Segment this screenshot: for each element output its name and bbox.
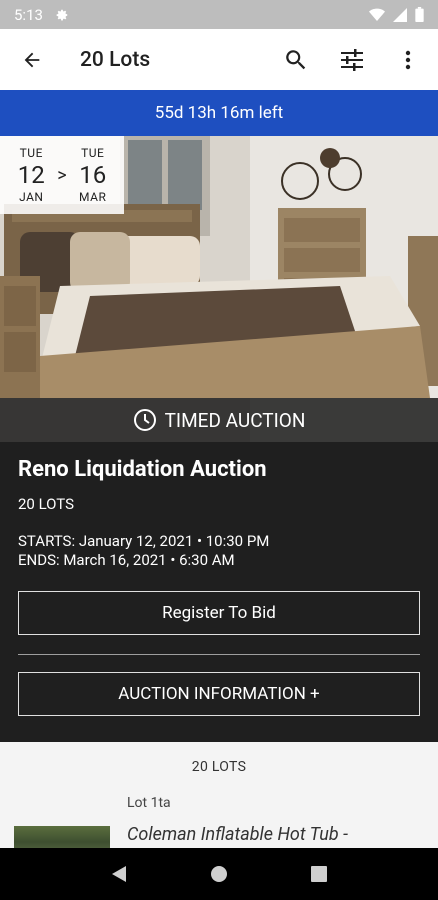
filter-button[interactable] [324, 36, 380, 84]
lot-title[interactable]: Coleman Inflatable Hot Tub - [127, 824, 348, 845]
page-title: 20 Lots [80, 47, 151, 72]
date-range-badge: TUE 12 JAN > TUE 16 MAR [0, 136, 124, 214]
lot-number: Lot 1ta [127, 795, 171, 811]
start-day: 12 [17, 161, 45, 189]
auction-dates: STARTS: January 12, 2021 • 10:30 PM ENDS… [18, 532, 420, 570]
nav-recents-icon[interactable] [310, 866, 327, 882]
lot-thumbnail[interactable] [14, 826, 110, 848]
search-icon [286, 49, 306, 69]
nav-home-icon[interactable] [210, 865, 228, 883]
auction-end: ENDS: March 16, 2021 • 6:30 AM [18, 551, 235, 569]
wifi-icon [369, 8, 385, 21]
more-vert-icon [405, 50, 411, 69]
auction-type-bar: TIMED AUCTION [0, 398, 438, 442]
search-button[interactable] [268, 36, 324, 84]
more-options-button[interactable] [380, 36, 436, 84]
auction-details: Reno Liquidation Auction 20 LOTS STARTS:… [0, 442, 438, 742]
nav-back-icon[interactable] [111, 865, 127, 883]
auction-start: STARTS: January 12, 2021 • 10:30 PM [18, 532, 270, 550]
divider [18, 654, 420, 655]
status-bar: 5:13 [0, 0, 438, 29]
time-left-banner: 55d 13h 16m left [0, 90, 438, 136]
auction-hero-image: TUE 12 JAN > TUE 16 MAR TIMED AUCTION [0, 136, 438, 442]
start-date: TUE 12 JAN [9, 146, 53, 204]
register-to-bid-button[interactable]: Register To Bid [18, 591, 420, 635]
end-date: TUE 16 MAR [71, 146, 115, 204]
status-icons [369, 7, 424, 22]
back-button[interactable] [8, 36, 56, 84]
signal-icon [393, 7, 407, 22]
system-nav-bar [0, 848, 438, 900]
date-separator: > [57, 164, 67, 186]
end-month: MAR [79, 190, 107, 204]
sliders-icon [341, 48, 363, 71]
auction-information-button[interactable]: AUCTION INFORMATION + [18, 672, 420, 716]
auction-lots-count: 20 LOTS [18, 495, 75, 513]
end-day: 16 [79, 161, 107, 189]
battery-icon [415, 7, 424, 22]
lots-list: 20 LOTS Lot 1ta Coleman Inflatable Hot T… [0, 742, 438, 848]
end-weekday: TUE [81, 146, 105, 160]
toolbar-actions [268, 36, 436, 84]
start-weekday: TUE [19, 146, 43, 160]
auction-title: Reno Liquidation Auction [18, 457, 267, 482]
arrow-left-icon [24, 52, 40, 67]
status-time: 5:13 [14, 5, 43, 24]
auction-type-label: TIMED AUCTION [164, 408, 306, 432]
app-toolbar: 20 Lots [0, 29, 438, 90]
gear-icon [56, 9, 68, 20]
start-month: JAN [19, 190, 44, 204]
clock-icon [133, 409, 156, 431]
lots-list-header: 20 LOTS [191, 759, 247, 775]
